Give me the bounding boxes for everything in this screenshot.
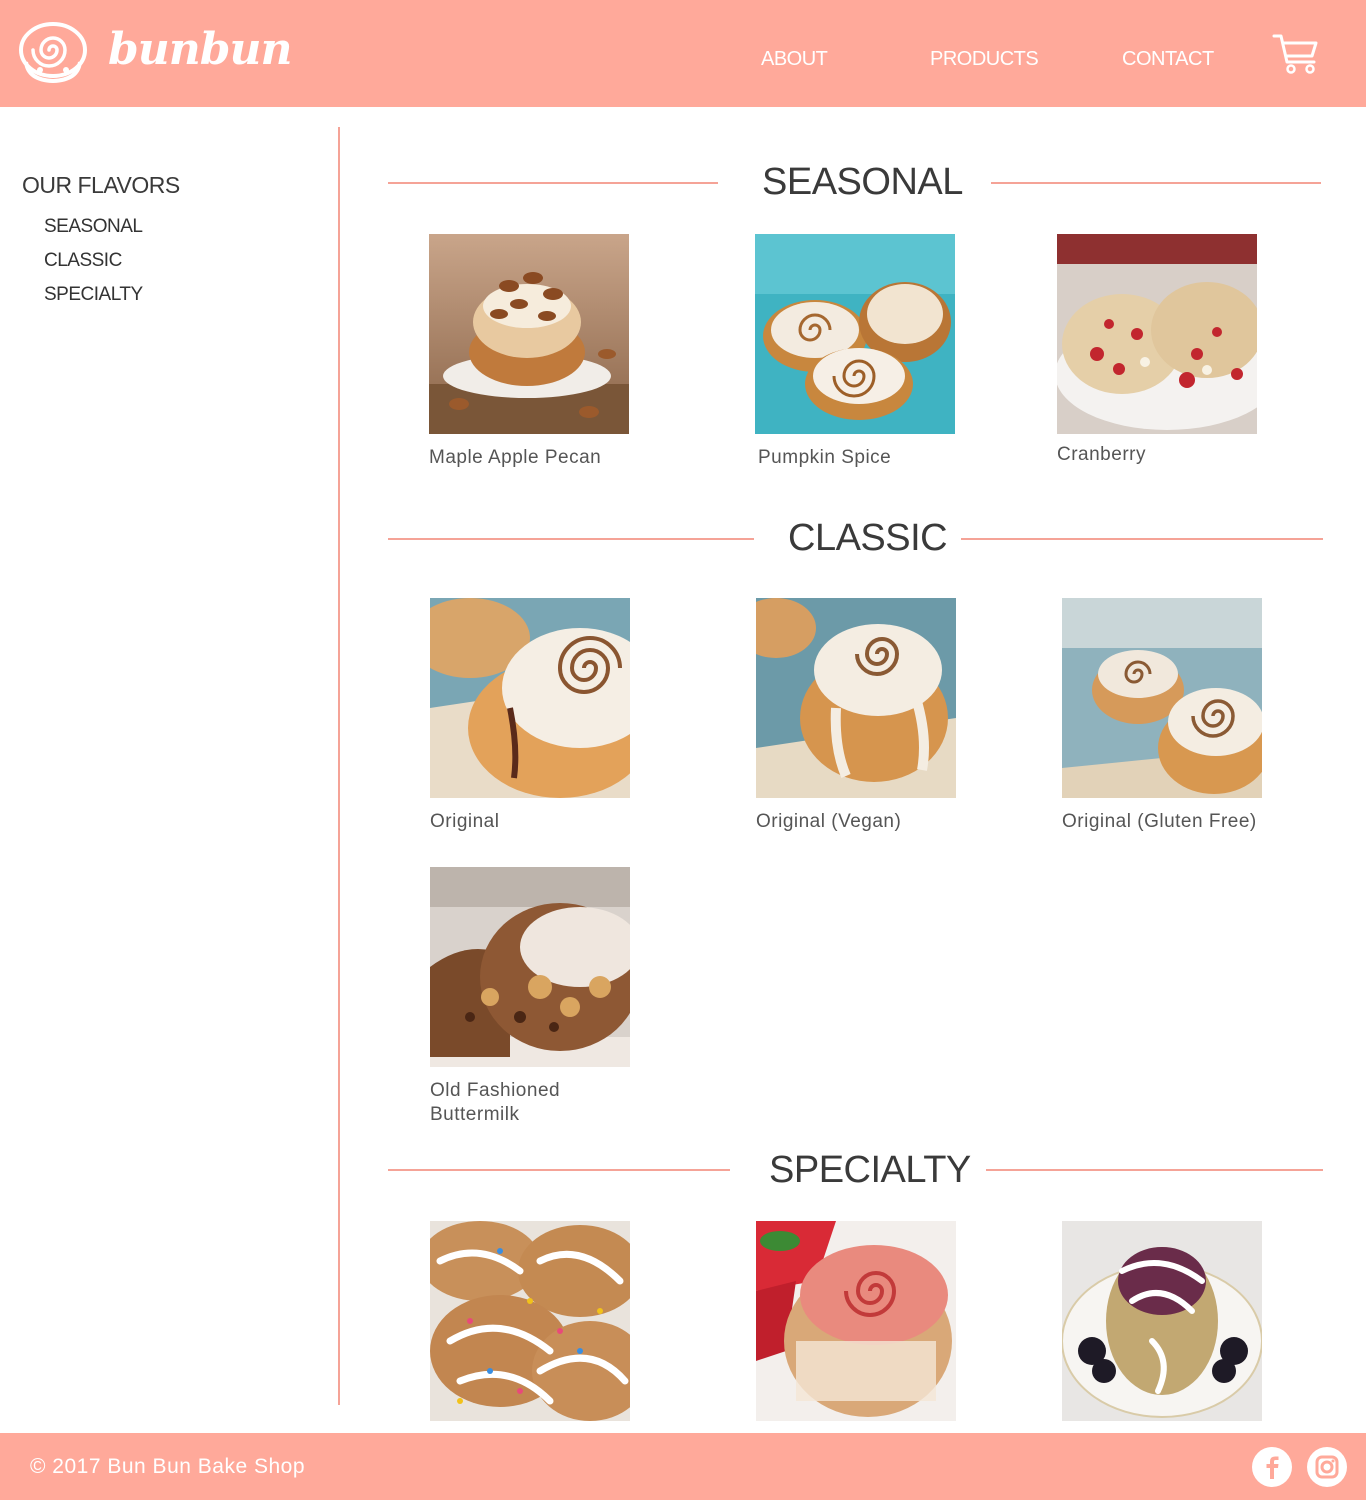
sidebar-item-classic[interactable]: CLASSIC — [44, 250, 122, 272]
sidebar-divider — [338, 127, 340, 1405]
section-rule-left — [388, 182, 718, 184]
product-name[interactable]: Maple Apple Pecan — [429, 446, 649, 470]
sidebar-item-seasonal[interactable]: SEASONAL — [44, 216, 143, 238]
product-image[interactable] — [1062, 1221, 1262, 1421]
section-title-seasonal: SEASONAL — [762, 161, 963, 203]
facebook-icon[interactable] — [1252, 1447, 1292, 1487]
nav-contact[interactable]: CONTACT — [1122, 47, 1214, 71]
product-card-original[interactable]: Original — [430, 598, 670, 834]
section-rule-left — [388, 1169, 730, 1171]
product-name[interactable]: Original (Gluten Free) — [1062, 810, 1282, 834]
instagram-icon[interactable] — [1307, 1447, 1347, 1487]
cinnamon-roll-logo-icon[interactable] — [18, 20, 88, 84]
copyright-text: © 2017 Bun Bun Bake Shop — [30, 1455, 306, 1478]
product-image[interactable] — [756, 1221, 956, 1421]
product-image[interactable] — [429, 234, 629, 434]
product-card-maple-apple-pecan[interactable]: Maple Apple Pecan — [429, 234, 669, 470]
product-card-pumpkin-spice[interactable]: Pumpkin Spice — [755, 234, 995, 470]
product-card-cranberry[interactable]: Cranberry — [1057, 234, 1297, 467]
section-rule-right — [991, 182, 1321, 184]
sidebar-title: OUR FLAVORS — [22, 172, 180, 198]
section-rule-left — [388, 538, 754, 540]
product-card-old-fashioned-buttermilk[interactable]: Old Fashioned Buttermilk — [430, 867, 670, 1127]
product-name[interactable]: Pumpkin Spice — [755, 446, 975, 470]
product-name[interactable]: Original — [430, 810, 650, 834]
section-rule-right — [961, 538, 1323, 540]
section-rule-right — [986, 1169, 1323, 1171]
product-image[interactable] — [1062, 598, 1262, 798]
site-footer: © 2017 Bun Bun Bake Shop — [0, 1433, 1366, 1500]
product-name[interactable]: Old Fashioned Buttermilk — [430, 1079, 590, 1127]
product-card-original-vegan[interactable]: Original (Vegan) — [756, 598, 996, 834]
product-card-specialty-2[interactable] — [756, 1221, 996, 1421]
product-image[interactable] — [430, 598, 630, 798]
product-name[interactable]: Cranberry — [1057, 443, 1277, 467]
product-card-original-gluten-free[interactable]: Original (Gluten Free) — [1062, 598, 1302, 834]
site-header: bunbun ABOUT PRODUCTS CONTACT — [0, 0, 1366, 107]
section-title-classic: CLASSIC — [788, 517, 948, 559]
sidebar-item-specialty[interactable]: SPECIALTY — [44, 284, 143, 306]
brand-wordmark[interactable]: bunbun — [108, 28, 292, 72]
product-image[interactable] — [756, 598, 956, 798]
product-image[interactable] — [430, 1221, 630, 1421]
product-name[interactable]: Original (Vegan) — [756, 810, 976, 834]
shopping-cart-icon[interactable] — [1272, 32, 1320, 76]
product-image[interactable] — [1057, 234, 1257, 434]
section-title-specialty: SPECIALTY — [769, 1149, 971, 1191]
product-card-specialty-3[interactable] — [1062, 1221, 1302, 1421]
product-image[interactable] — [755, 234, 955, 434]
nav-products[interactable]: PRODUCTS — [930, 47, 1039, 71]
product-image[interactable] — [430, 867, 630, 1067]
product-card-specialty-1[interactable] — [430, 1221, 670, 1421]
nav-about[interactable]: ABOUT — [761, 47, 828, 71]
